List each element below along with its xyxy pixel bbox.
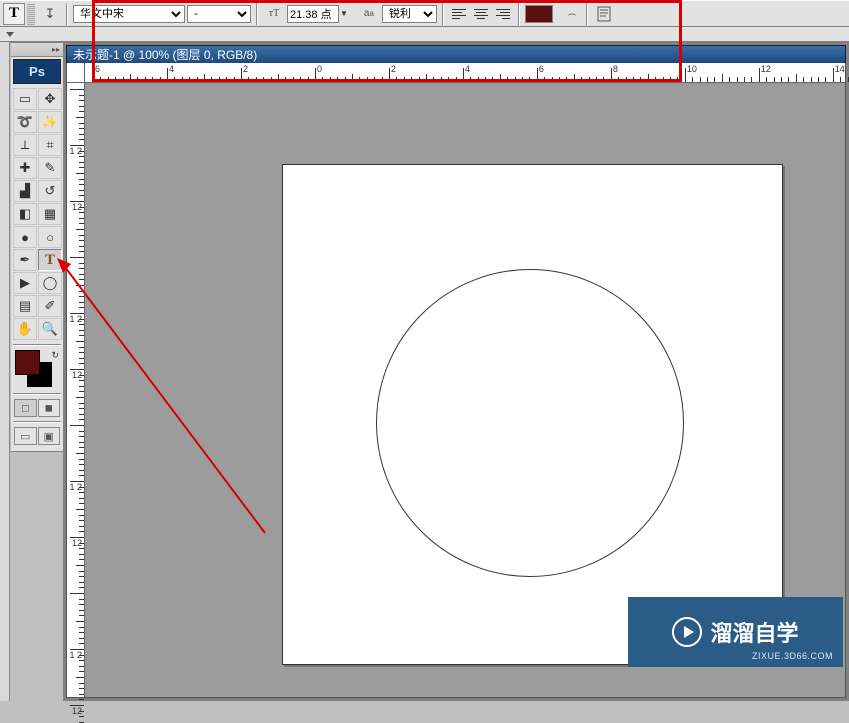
options-grip[interactable] [27, 3, 35, 25]
magic-wand-tool[interactable]: ✨ [38, 111, 62, 133]
collapse-arrow-icon: ▸▸ [52, 45, 60, 54]
blur-tool[interactable]: ● [13, 226, 37, 248]
color-swatches: ↻ [15, 350, 59, 390]
circle-path[interactable] [376, 269, 684, 577]
slice-tool[interactable]: ⌗ [38, 134, 62, 156]
annotation-arrow [57, 258, 277, 548]
hand-tool[interactable]: ✋ [13, 318, 37, 340]
mask-mode-row: ◻ ◼ [11, 397, 63, 419]
notes-tool[interactable]: ▤ [13, 295, 37, 317]
lasso-tool[interactable]: ➰ [13, 111, 37, 133]
healing-brush-tool[interactable]: ✚ [13, 157, 37, 179]
history-brush-tool[interactable]: ↺ [38, 180, 62, 202]
screen-mode-row: ▭ ▣ [11, 425, 63, 447]
path-selection-tool[interactable]: ▶ [13, 272, 37, 294]
marquee-tool[interactable]: ▭ [13, 88, 37, 110]
clone-stamp-tool[interactable]: ▟ [13, 180, 37, 202]
expand-triangle-icon[interactable] [6, 32, 14, 37]
annotation-highlight-box [92, 0, 682, 82]
watermark-brand: 溜溜自学 [710, 616, 798, 648]
tool-grid: ▭ ✥ ➰ ✨ ⟂ ⌗ ✚ ✎ ▟ ↺ ◧ ▦ ● ○ ✒ T ▶ ◯ ▤ ✐ … [11, 86, 63, 342]
toolbox-sep [13, 344, 61, 346]
eraser-tool[interactable]: ◧ [13, 203, 37, 225]
tool-preset-button[interactable]: T [3, 3, 25, 25]
dodge-tool[interactable]: ○ [38, 226, 62, 248]
move-tool[interactable]: ✥ [38, 88, 62, 110]
photoshop-logo: Ps [13, 59, 61, 84]
standard-mode-button[interactable]: ◻ [14, 399, 37, 417]
canvas[interactable] [282, 164, 783, 665]
gradient-tool[interactable]: ▦ [38, 203, 62, 225]
toolbox-sep [13, 421, 61, 423]
ruler-origin[interactable] [67, 63, 85, 83]
toolbox-header[interactable]: ▸▸ [11, 43, 63, 57]
watermark-url: ZIXUE.3D66.COM [752, 651, 833, 661]
toolbox: ▸▸ Ps ▭ ✥ ➰ ✨ ⟂ ⌗ ✚ ✎ ▟ ↺ ◧ ▦ ● ○ ✒ T ▶ … [10, 42, 64, 452]
separator [66, 3, 68, 25]
watermark-badge: 溜溜自学 ZIXUE.3D66.COM [628, 597, 843, 667]
play-icon [672, 617, 702, 647]
brush-tool[interactable]: ✎ [38, 157, 62, 179]
crop-tool[interactable]: ⟂ [13, 134, 37, 156]
toolbox-sep [13, 393, 61, 395]
foreground-color-swatch[interactable] [15, 350, 40, 375]
text-orientation-button[interactable]: ↧ [39, 3, 61, 25]
screen-mode-standard[interactable]: ▭ [14, 427, 37, 445]
pen-tool[interactable]: ✒ [13, 249, 37, 271]
left-tab-well [0, 42, 10, 701]
